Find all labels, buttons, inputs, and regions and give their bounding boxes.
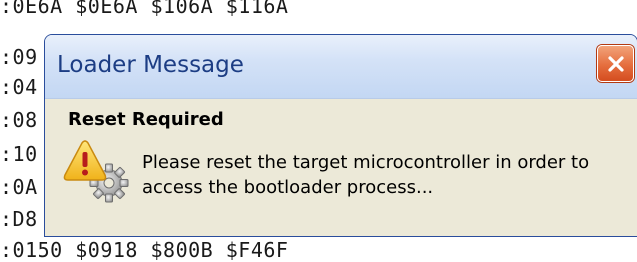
- message-line: Please reset the target microcontroller …: [142, 152, 590, 173]
- warning-gear-icon: [63, 140, 129, 203]
- dialog-message: Please reset the target microcontroller …: [142, 150, 632, 200]
- background-side-line: :08: [0, 108, 38, 132]
- background-side-line: :0A: [0, 175, 38, 199]
- dialog-titlebar[interactable]: Loader Message: [45, 35, 637, 99]
- background-top-line: :0E6A $0E6A $106A $116A: [0, 0, 289, 18]
- background-side-line: :D8: [0, 207, 38, 231]
- background-bottom-line: :0150 $0918 $800B $F46F: [0, 238, 289, 262]
- close-button[interactable]: [597, 45, 634, 82]
- dialog-content: Reset Required Please reset the target m…: [45, 99, 637, 236]
- dialog-title: Loader Message: [57, 52, 244, 78]
- dialog-heading: Reset Required: [68, 109, 224, 130]
- close-icon: [607, 55, 624, 72]
- message-line: access the bootloader process...: [142, 177, 434, 198]
- background-side-line: :09: [0, 45, 38, 69]
- background-side-line: :04: [0, 75, 38, 99]
- background-side-line: :10: [0, 142, 38, 166]
- loader-message-dialog: Loader Message Reset Required Please res…: [44, 34, 637, 237]
